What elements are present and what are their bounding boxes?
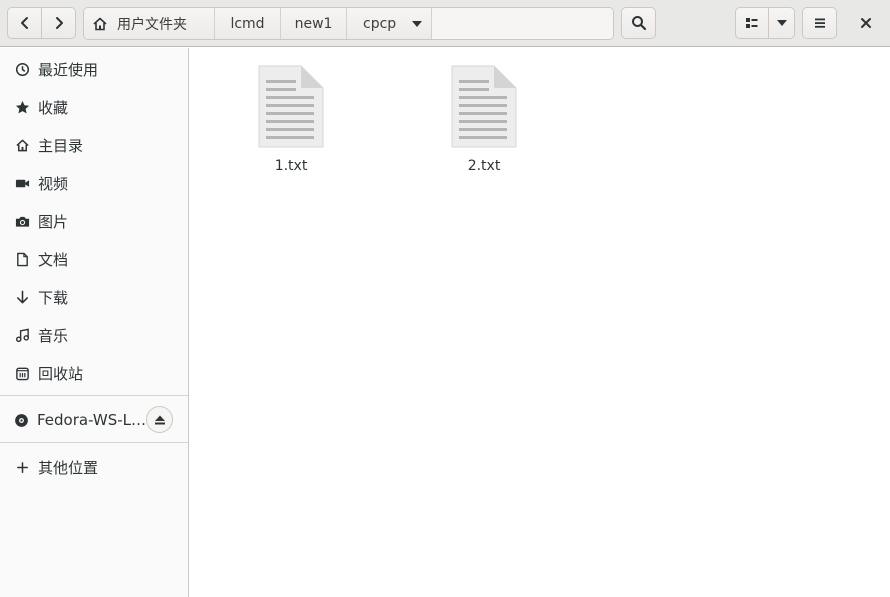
sidebar-item-label: 文档 xyxy=(38,250,69,269)
sidebar-item-label: 其他位置 xyxy=(38,458,99,477)
view-list-button[interactable] xyxy=(735,7,769,39)
sidebar-separator xyxy=(0,395,188,396)
breadcrumb-home-label: 用户文件夹 xyxy=(117,16,187,33)
plus-icon xyxy=(14,459,30,475)
close-icon xyxy=(861,18,871,28)
sidebar-item-downloads[interactable]: 下载 xyxy=(0,279,188,315)
back-arrow-icon xyxy=(20,17,28,29)
sidebar-item-label: 下载 xyxy=(38,288,69,307)
home-icon xyxy=(93,17,107,30)
sidebar-item-label: 最近使用 xyxy=(38,60,99,79)
forward-arrow-icon xyxy=(55,17,63,29)
file-view: 1.txt 2.txt xyxy=(190,48,890,597)
sidebar-item-label: 视频 xyxy=(38,174,69,193)
file-item[interactable]: 1.txt xyxy=(231,64,351,174)
sidebar-item-videos[interactable]: 视频 xyxy=(0,165,188,201)
sidebar: 最近使用 收藏 主目录 视频 图片 文档 下载 音乐 回收站 Fedora-WS… xyxy=(0,48,189,597)
sidebar-item-home[interactable]: 主目录 xyxy=(0,127,188,163)
text-file-icon xyxy=(451,65,517,148)
hamburger-menu-icon xyxy=(814,18,825,28)
breadcrumb-label: new1 xyxy=(294,15,333,32)
file-name: 2.txt xyxy=(467,158,501,174)
sidebar-item-music[interactable]: 音乐 xyxy=(0,317,188,353)
disc-icon xyxy=(14,412,29,428)
sidebar-item-label: 图片 xyxy=(38,212,69,231)
recent-icon xyxy=(14,61,30,77)
sidebar-item-other-locations[interactable]: 其他位置 xyxy=(0,449,188,485)
header-bar: 用户文件夹 lcmd new1 cpcp xyxy=(0,0,890,47)
breadcrumb-lcmd[interactable]: lcmd xyxy=(215,8,281,39)
breadcrumb-label: cpcp xyxy=(363,15,397,32)
close-button[interactable] xyxy=(852,10,880,36)
eject-icon xyxy=(154,415,165,424)
breadcrumb-label: lcmd xyxy=(230,15,265,32)
sidebar-item-label: 收藏 xyxy=(38,98,69,117)
sidebar-item-label: Fedora-WS-L… xyxy=(37,411,147,429)
video-icon xyxy=(14,175,30,191)
home-icon xyxy=(14,137,30,153)
sidebar-separator xyxy=(0,442,188,443)
sidebar-item-recent[interactable]: 最近使用 xyxy=(0,51,188,87)
sidebar-item-pictures[interactable]: 图片 xyxy=(0,203,188,239)
sidebar-item-label: 回收站 xyxy=(38,364,84,383)
back-button[interactable] xyxy=(7,7,42,39)
menu-button[interactable] xyxy=(802,7,837,39)
view-options-button[interactable] xyxy=(769,7,795,39)
trash-icon xyxy=(14,365,30,381)
camera-icon xyxy=(14,213,30,229)
path-bar: 用户文件夹 lcmd new1 cpcp xyxy=(83,7,614,40)
music-icon xyxy=(14,327,30,343)
sidebar-item-starred[interactable]: 收藏 xyxy=(0,89,188,125)
sidebar-item-documents[interactable]: 文档 xyxy=(0,241,188,277)
breadcrumb-cpcp[interactable]: cpcp xyxy=(347,8,432,39)
chevron-down-icon[interactable] xyxy=(411,20,423,28)
sidebar-item-trash[interactable]: 回收站 xyxy=(0,355,188,391)
search-button[interactable] xyxy=(621,7,656,39)
file-name: 1.txt xyxy=(274,158,308,174)
sidebar-item-device[interactable]: Fedora-WS-L… xyxy=(0,402,146,438)
star-icon xyxy=(14,99,30,115)
forward-button[interactable] xyxy=(42,7,76,39)
chevron-down-icon xyxy=(776,20,787,26)
list-view-icon xyxy=(746,18,758,28)
breadcrumb-new1[interactable]: new1 xyxy=(281,8,347,39)
sidebar-item-label: 音乐 xyxy=(38,326,69,345)
file-item[interactable]: 2.txt xyxy=(424,64,544,174)
sidebar-item-label: 主目录 xyxy=(38,136,84,155)
eject-button[interactable] xyxy=(146,406,173,433)
search-icon xyxy=(631,16,646,31)
text-file-icon xyxy=(258,65,324,148)
path-bar-empty xyxy=(432,8,613,39)
document-icon xyxy=(14,251,30,267)
download-icon xyxy=(14,289,30,305)
breadcrumb-home[interactable]: 用户文件夹 xyxy=(84,8,215,39)
